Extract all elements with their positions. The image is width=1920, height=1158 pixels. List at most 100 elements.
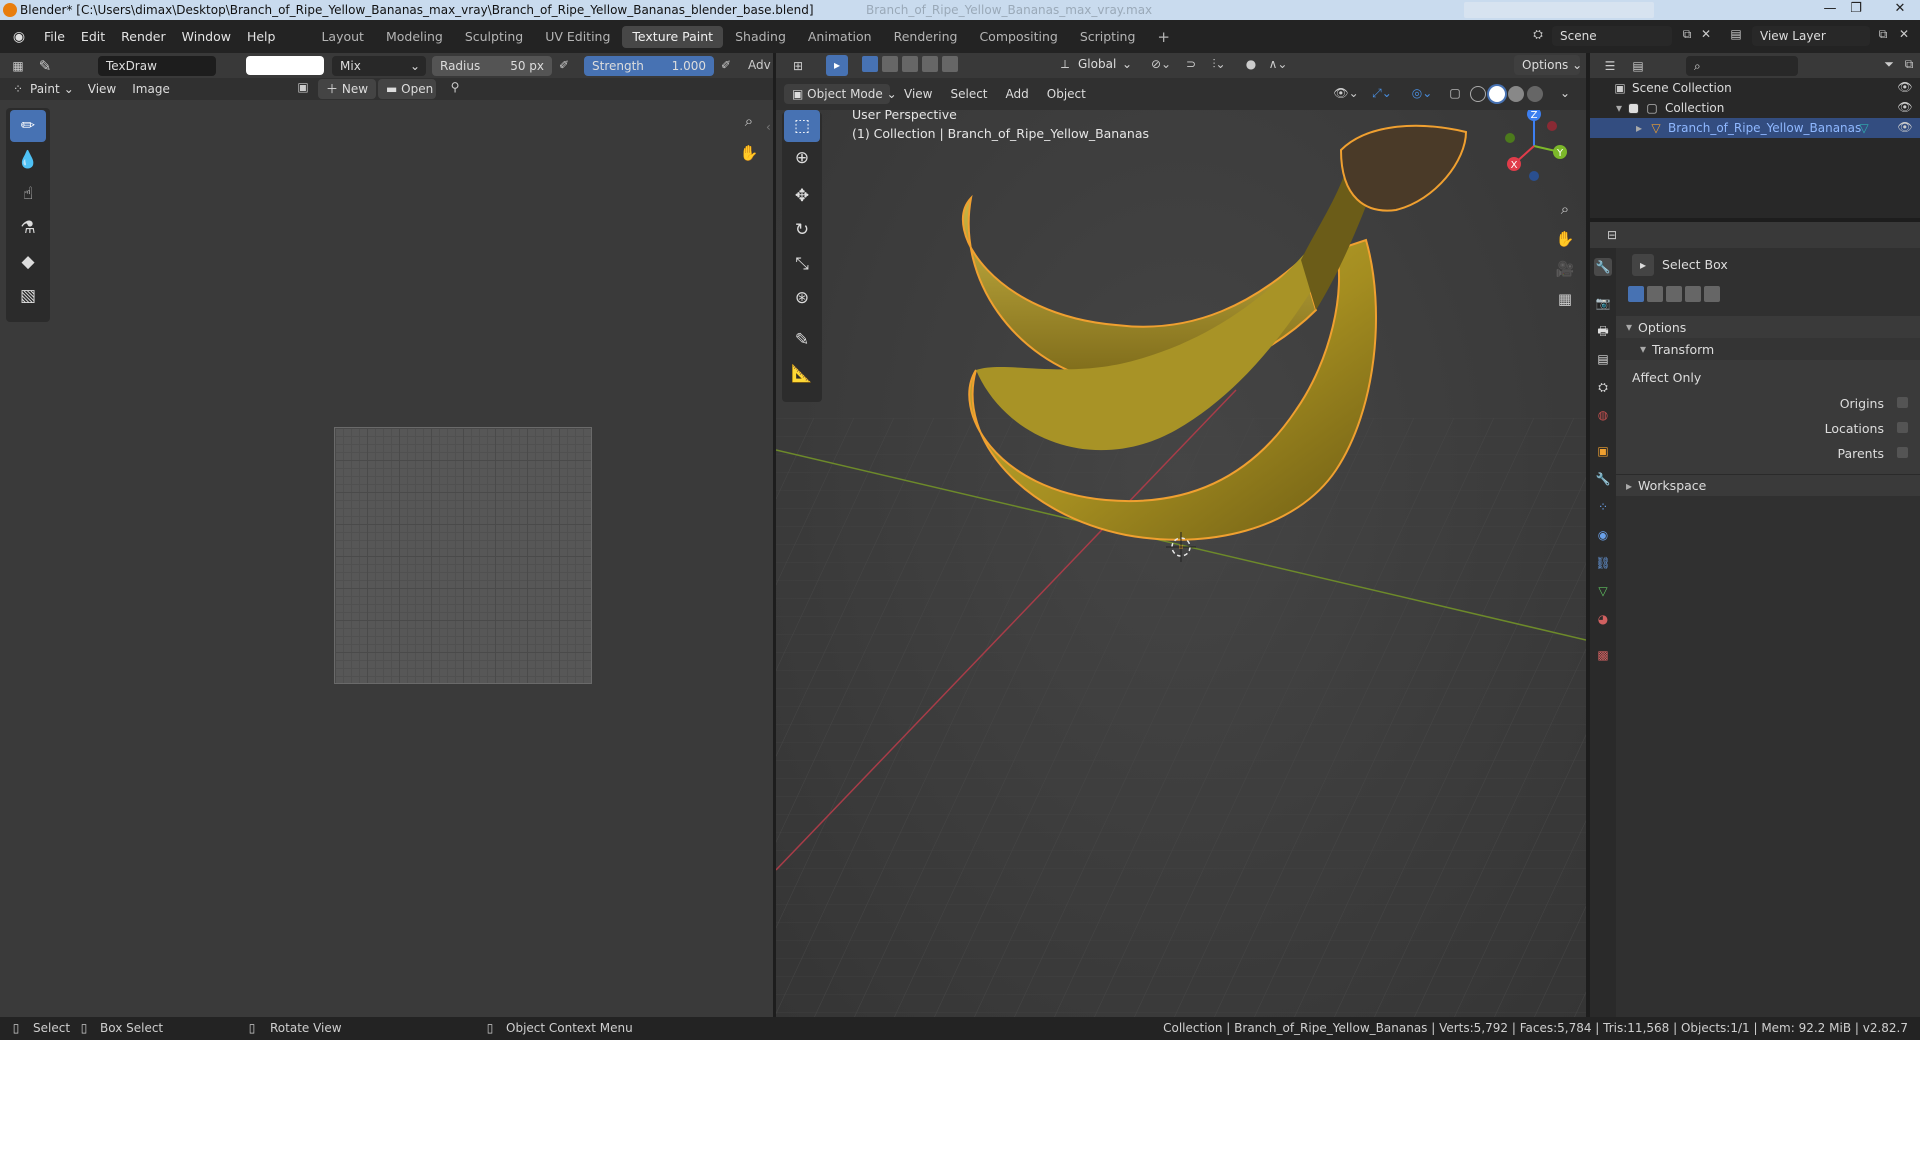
cursor-tool-icon[interactable]: ⊕ bbox=[784, 142, 820, 174]
move-tool-icon[interactable]: ✥ bbox=[784, 180, 820, 212]
object-tab-icon[interactable]: ▣ bbox=[1594, 442, 1612, 460]
mode-set-icon[interactable] bbox=[862, 56, 878, 72]
tab-rendering[interactable]: Rendering bbox=[884, 26, 968, 48]
mode-subtract-icon[interactable] bbox=[902, 56, 918, 72]
pan-hand-icon[interactable]: ✋ bbox=[1554, 230, 1576, 248]
open-image-button[interactable]: ▬ Open bbox=[378, 79, 436, 99]
tab-compositing[interactable]: Compositing bbox=[969, 26, 1067, 48]
scene-selector[interactable]: Scene bbox=[1552, 26, 1672, 46]
snap-target-icon[interactable]: ⫶⌄ bbox=[1204, 57, 1234, 72]
camera-icon[interactable]: 🎥 bbox=[1554, 260, 1576, 278]
world-tab-icon[interactable]: ◍ bbox=[1594, 406, 1612, 424]
output-tab-icon[interactable]: 🖶 bbox=[1594, 322, 1612, 340]
editor-type-icon[interactable]: ▦ bbox=[4, 59, 32, 73]
material-shading-icon[interactable] bbox=[1508, 86, 1524, 102]
maximize-icon[interactable]: ❐ bbox=[1842, 0, 1870, 20]
blender-menu-icon[interactable]: ◉ bbox=[8, 29, 30, 45]
remove-view-layer-icon[interactable]: ✕ bbox=[1896, 27, 1912, 41]
tab-uv-editing[interactable]: UV Editing bbox=[535, 26, 620, 48]
new-scene-icon[interactable]: ⧉ bbox=[1678, 27, 1696, 42]
brush-color-swatch[interactable] bbox=[246, 56, 324, 75]
editor-type-icon[interactable]: ⊞ bbox=[784, 59, 812, 73]
visibility-eye-icon[interactable]: 👁 bbox=[1896, 100, 1914, 114]
menu-render[interactable]: Render bbox=[113, 29, 174, 44]
editor-type-icon[interactable]: ⊟ bbox=[1598, 228, 1626, 242]
tab-modeling[interactable]: Modeling bbox=[376, 26, 453, 48]
brush-name-field[interactable]: TexDraw bbox=[98, 55, 216, 76]
expand-right-icon[interactable]: ▸ bbox=[1636, 121, 1648, 135]
fill-tool-icon[interactable]: ◆ bbox=[10, 246, 46, 278]
options-panel-header[interactable]: ▾ Options bbox=[1616, 316, 1920, 338]
locations-checkbox[interactable] bbox=[1896, 421, 1909, 434]
image-browse-icon[interactable]: ▣ bbox=[290, 80, 316, 94]
zoom-icon[interactable]: ⌕ bbox=[738, 112, 760, 130]
menu-image[interactable]: Image bbox=[132, 82, 170, 96]
new-image-button[interactable]: ＋ New bbox=[318, 79, 376, 99]
draw-tool-icon[interactable]: ✏ bbox=[10, 110, 46, 142]
mode-invert-icon[interactable] bbox=[1685, 286, 1701, 302]
rendered-shading-icon[interactable] bbox=[1527, 86, 1543, 102]
snap-icon[interactable]: ⊃ bbox=[1182, 57, 1200, 71]
advanced-menu[interactable]: Adv bbox=[748, 58, 771, 72]
expand-down-icon[interactable]: ▾ bbox=[1616, 101, 1628, 115]
visibility-icon[interactable]: 👁⌄ bbox=[1332, 86, 1360, 100]
brush-icon[interactable]: ✎ bbox=[32, 57, 58, 75]
texture-tab-icon[interactable]: ▩ bbox=[1594, 646, 1612, 664]
mode-invert-icon[interactable] bbox=[922, 56, 938, 72]
view-layer-selector[interactable]: View Layer bbox=[1752, 26, 1870, 46]
visibility-eye-icon[interactable]: 👁 bbox=[1896, 80, 1914, 94]
annotate-tool-icon[interactable]: ✎ bbox=[784, 324, 820, 356]
chevron-down-icon[interactable]: ⌄ bbox=[1560, 86, 1570, 100]
3d-viewport[interactable]: User Perspective (1) Collection | Branch… bbox=[776, 110, 1586, 1017]
add-workspace-button[interactable]: + bbox=[1147, 26, 1180, 48]
collection-checkbox[interactable] bbox=[1628, 102, 1639, 114]
overlays-icon[interactable]: ◎⌄ bbox=[1406, 86, 1438, 100]
new-collection-icon[interactable]: ⧉ bbox=[1900, 57, 1918, 72]
menu-object[interactable]: Object bbox=[1047, 87, 1086, 101]
view-layer-icon[interactable]: ▤ bbox=[1724, 27, 1748, 41]
scene-tab-icon[interactable]: ⛭ bbox=[1594, 378, 1612, 396]
outliner-search-input[interactable]: ⌕ bbox=[1686, 56, 1798, 76]
scale-tool-icon[interactable]: ⤡ bbox=[784, 248, 820, 280]
menu-view[interactable]: View bbox=[88, 82, 116, 96]
render-tab-icon[interactable]: 📷 bbox=[1594, 294, 1612, 312]
mode-extend-icon[interactable] bbox=[882, 56, 898, 72]
material-tab-icon[interactable]: ◕ bbox=[1594, 610, 1612, 628]
proportional-edit-icon[interactable]: ● bbox=[1242, 57, 1260, 71]
menu-view[interactable]: View bbox=[904, 87, 932, 101]
modifier-tab-icon[interactable]: 🔧 bbox=[1594, 470, 1612, 488]
tab-texture-paint[interactable]: Texture Paint bbox=[622, 25, 724, 48]
origins-checkbox[interactable] bbox=[1896, 396, 1909, 409]
workspace-panel-header[interactable]: ▸ Workspace bbox=[1616, 474, 1920, 496]
measure-tool-icon[interactable]: 📐 bbox=[784, 358, 820, 390]
tab-sculpting[interactable]: Sculpting bbox=[455, 26, 533, 48]
pen-pressure-strength-icon[interactable]: ✐ bbox=[718, 58, 734, 72]
tab-scripting[interactable]: Scripting bbox=[1070, 26, 1146, 48]
falloff-icon[interactable]: ∧⌄ bbox=[1264, 57, 1292, 71]
rotate-tool-icon[interactable]: ↻ bbox=[784, 214, 820, 246]
pivot-icon[interactable]: ⊘⌄ bbox=[1144, 57, 1178, 71]
close-icon[interactable]: ✕ bbox=[1880, 0, 1920, 20]
menu-window[interactable]: Window bbox=[174, 29, 239, 44]
options-dropdown[interactable]: Options ⌄ bbox=[1514, 55, 1582, 75]
object-mode-dropdown[interactable]: ▣ Object Mode ⌄ bbox=[784, 84, 897, 104]
smear-tool-icon[interactable]: ☝ bbox=[10, 178, 46, 210]
particles-tab-icon[interactable]: ⁘ bbox=[1594, 498, 1612, 516]
strength-slider[interactable]: Strength 1.000 bbox=[584, 56, 714, 76]
menu-add[interactable]: Add bbox=[1006, 87, 1029, 101]
gizmo-toggle-icon[interactable]: ⤢⌄ bbox=[1366, 86, 1398, 101]
visibility-eye-icon[interactable]: 👁 bbox=[1896, 120, 1914, 134]
tab-shading[interactable]: Shading bbox=[725, 26, 796, 48]
pan-hand-icon[interactable]: ✋ bbox=[738, 144, 760, 162]
radius-slider[interactable]: Radius 50 px bbox=[432, 56, 552, 76]
transform-tool-icon[interactable]: ⊛ bbox=[784, 282, 820, 314]
chevron-left-icon[interactable]: ‹ bbox=[766, 120, 771, 134]
transform-subpanel-header[interactable]: ▾ Transform bbox=[1616, 338, 1920, 360]
tool-tab-icon[interactable]: 🔧 bbox=[1594, 258, 1612, 276]
parents-checkbox[interactable] bbox=[1896, 446, 1909, 459]
data-tab-icon[interactable]: ▽ bbox=[1594, 582, 1612, 600]
display-mode-icon[interactable]: ▤ bbox=[1624, 59, 1652, 73]
outliner-row-object[interactable]: ▸ ▽ Branch_of_Ripe_Yellow_Bananas ▽ bbox=[1590, 118, 1920, 138]
remove-scene-icon[interactable]: ✕ bbox=[1698, 27, 1714, 41]
mode-dropdown[interactable]: Paint bbox=[30, 82, 60, 96]
